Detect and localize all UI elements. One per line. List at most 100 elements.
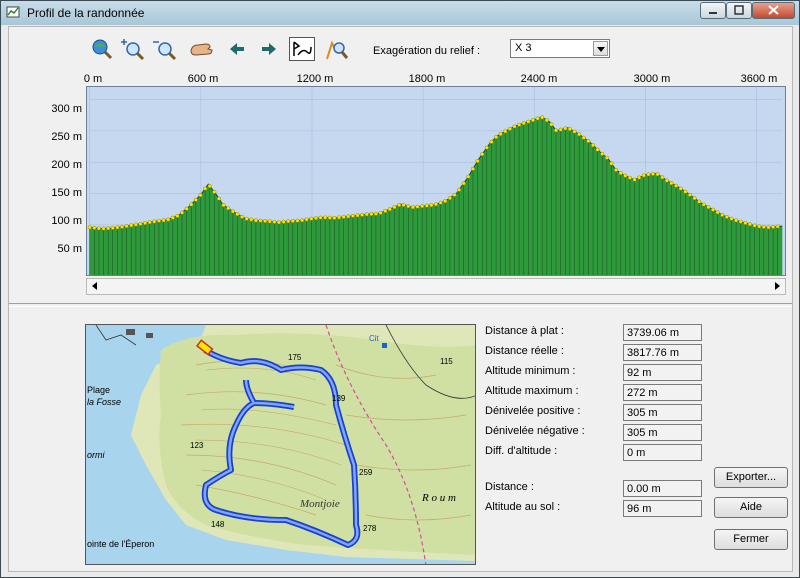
elevation-point[interactable]: [438, 200, 443, 205]
elevation-point[interactable]: [554, 128, 559, 133]
globe-zoom-button[interactable]: [89, 37, 115, 61]
scroll-left-icon[interactable]: [88, 279, 103, 294]
elevation-point[interactable]: [286, 219, 291, 224]
minimize-button[interactable]: [700, 2, 726, 19]
route-map[interactable]: Plage la Fosse ormi ointe de l'Éperon Mo…: [85, 324, 476, 565]
elevation-point[interactable]: [420, 204, 425, 209]
elevation-point[interactable]: [470, 166, 475, 171]
elevation-point[interactable]: [110, 225, 115, 230]
elevation-point[interactable]: [627, 175, 632, 180]
elevation-point[interactable]: [124, 224, 129, 229]
elevation-point[interactable]: [660, 175, 665, 180]
elevation-point[interactable]: [120, 224, 125, 229]
elevation-point[interactable]: [161, 218, 166, 223]
elevation-point[interactable]: [272, 219, 277, 224]
elevation-point[interactable]: [701, 202, 706, 207]
elevation-point[interactable]: [383, 209, 388, 213]
elevation-point[interactable]: [688, 192, 692, 197]
elevation-point[interactable]: [618, 171, 623, 176]
elevation-point[interactable]: [729, 216, 734, 221]
elevation-point[interactable]: [761, 224, 766, 229]
elevation-point[interactable]: [327, 215, 332, 220]
zoom-in-button[interactable]: [121, 37, 147, 61]
elevation-point[interactable]: [193, 197, 198, 202]
elevation-point[interactable]: [443, 199, 448, 204]
elevation-point[interactable]: [373, 211, 378, 216]
elevation-point[interactable]: [184, 206, 189, 211]
elevation-point[interactable]: [143, 221, 148, 226]
elevation-point[interactable]: [332, 215, 337, 220]
elevation-point[interactable]: [415, 204, 420, 209]
elevation-point[interactable]: [609, 161, 614, 166]
chevron-down-icon[interactable]: [593, 41, 608, 56]
elevation-point[interactable]: [711, 207, 716, 212]
elevation-point[interactable]: [346, 214, 351, 219]
elevation-point[interactable]: [87, 225, 92, 230]
elevation-point[interactable]: [577, 132, 582, 137]
elevation-point[interactable]: [595, 147, 600, 152]
elevation-point[interactable]: [738, 219, 743, 224]
elevation-point[interactable]: [341, 214, 346, 219]
elevation-point[interactable]: [203, 186, 208, 191]
help-button[interactable]: Aide: [714, 497, 788, 518]
elevation-point[interactable]: [591, 143, 596, 148]
elevation-point[interactable]: [392, 205, 397, 210]
elevation-point[interactable]: [489, 139, 494, 144]
elevation-point[interactable]: [475, 159, 480, 163]
elevation-point[interactable]: [138, 221, 143, 226]
elevation-point[interactable]: [290, 218, 295, 223]
scroll-right-icon[interactable]: [769, 279, 784, 294]
close-window-button[interactable]: [752, 2, 795, 19]
previous-button[interactable]: [224, 37, 250, 61]
elevation-point[interactable]: [360, 212, 365, 217]
elevation-point[interactable]: [244, 216, 249, 221]
close-button[interactable]: Fermer: [714, 529, 788, 550]
elevation-point[interactable]: [106, 226, 111, 231]
elevation-point[interactable]: [461, 181, 466, 186]
elevation-point[interactable]: [720, 212, 725, 217]
elevation-point[interactable]: [434, 202, 438, 207]
elevation-point[interactable]: [92, 225, 97, 230]
elevation-point[interactable]: [147, 220, 152, 225]
elevation-point[interactable]: [276, 220, 281, 225]
elevation-point[interactable]: [503, 129, 508, 134]
elevation-point[interactable]: [683, 189, 688, 194]
elevation-point[interactable]: [498, 132, 503, 136]
elevation-point[interactable]: [156, 218, 161, 223]
elevation-point[interactable]: [530, 118, 535, 123]
elevation-point[interactable]: [674, 183, 679, 188]
elevation-point[interactable]: [747, 222, 752, 227]
elevation-point[interactable]: [517, 122, 522, 127]
profile-fit-button[interactable]: [289, 37, 315, 61]
pan-button[interactable]: [188, 37, 214, 61]
elevation-point[interactable]: [581, 135, 586, 140]
elevation-point[interactable]: [355, 213, 360, 218]
elevation-point[interactable]: [152, 219, 157, 224]
elevation-point[interactable]: [318, 215, 323, 220]
elevation-point[interactable]: [664, 178, 669, 183]
elevation-profile-chart[interactable]: [86, 86, 786, 276]
export-button[interactable]: Exporter...: [714, 467, 788, 488]
elevation-point[interactable]: [240, 214, 245, 219]
profile-scrollbar[interactable]: [86, 278, 786, 295]
elevation-point[interactable]: [300, 218, 305, 223]
elevation-point[interactable]: [267, 219, 272, 224]
elevation-point[interactable]: [623, 173, 628, 178]
elevation-point[interactable]: [757, 224, 762, 229]
elevation-point[interactable]: [96, 226, 101, 231]
zoom-out-button[interactable]: [153, 37, 179, 61]
elevation-point[interactable]: [207, 184, 212, 189]
elevation-point[interactable]: [563, 126, 568, 131]
elevation-point[interactable]: [115, 225, 120, 230]
elevation-point[interactable]: [281, 219, 286, 224]
elevation-point[interactable]: [406, 204, 411, 209]
elevation-point[interactable]: [678, 186, 683, 191]
elevation-point[interactable]: [558, 127, 563, 132]
elevation-point[interactable]: [507, 126, 512, 131]
elevation-point[interactable]: [429, 203, 434, 208]
elevation-point[interactable]: [313, 216, 318, 221]
elevation-point[interactable]: [480, 152, 485, 157]
elevation-point[interactable]: [424, 203, 429, 208]
elevation-point[interactable]: [586, 139, 591, 144]
elevation-point[interactable]: [637, 175, 642, 180]
